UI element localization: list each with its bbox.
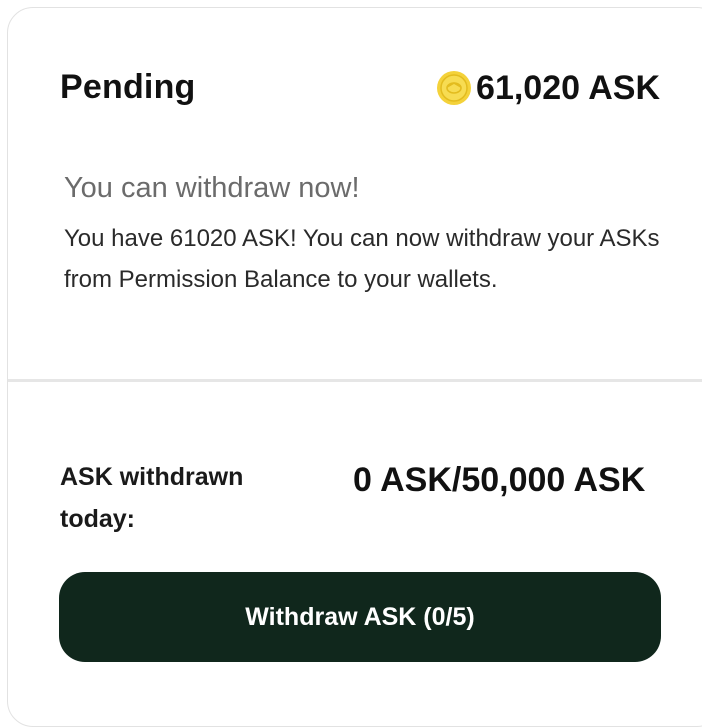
card-header: Pending 61,020 ASK	[60, 66, 660, 114]
section-divider	[8, 379, 702, 382]
card-title: Pending	[60, 68, 196, 106]
coin-icon	[437, 71, 472, 105]
withdraw-notice: You can withdraw now! You have 61020 ASK…	[64, 168, 674, 300]
withdrawn-today-value: 0 ASK/50,000 ASK	[353, 461, 646, 499]
balance-amount: 61,020 ASK	[476, 68, 660, 107]
notice-body: You have 61020 ASK! You can now withdraw…	[64, 225, 660, 293]
pending-card: Pending 61,020 ASK You can withdraw now!…	[7, 7, 702, 727]
withdraw-ask-button[interactable]: Withdraw ASK (0/5)	[59, 572, 661, 662]
withdrawn-today-label: ASK withdrawn today:	[60, 463, 244, 533]
balance-display: 61,020 ASK	[436, 66, 660, 110]
notice-title: You can withdraw now!	[64, 172, 360, 204]
